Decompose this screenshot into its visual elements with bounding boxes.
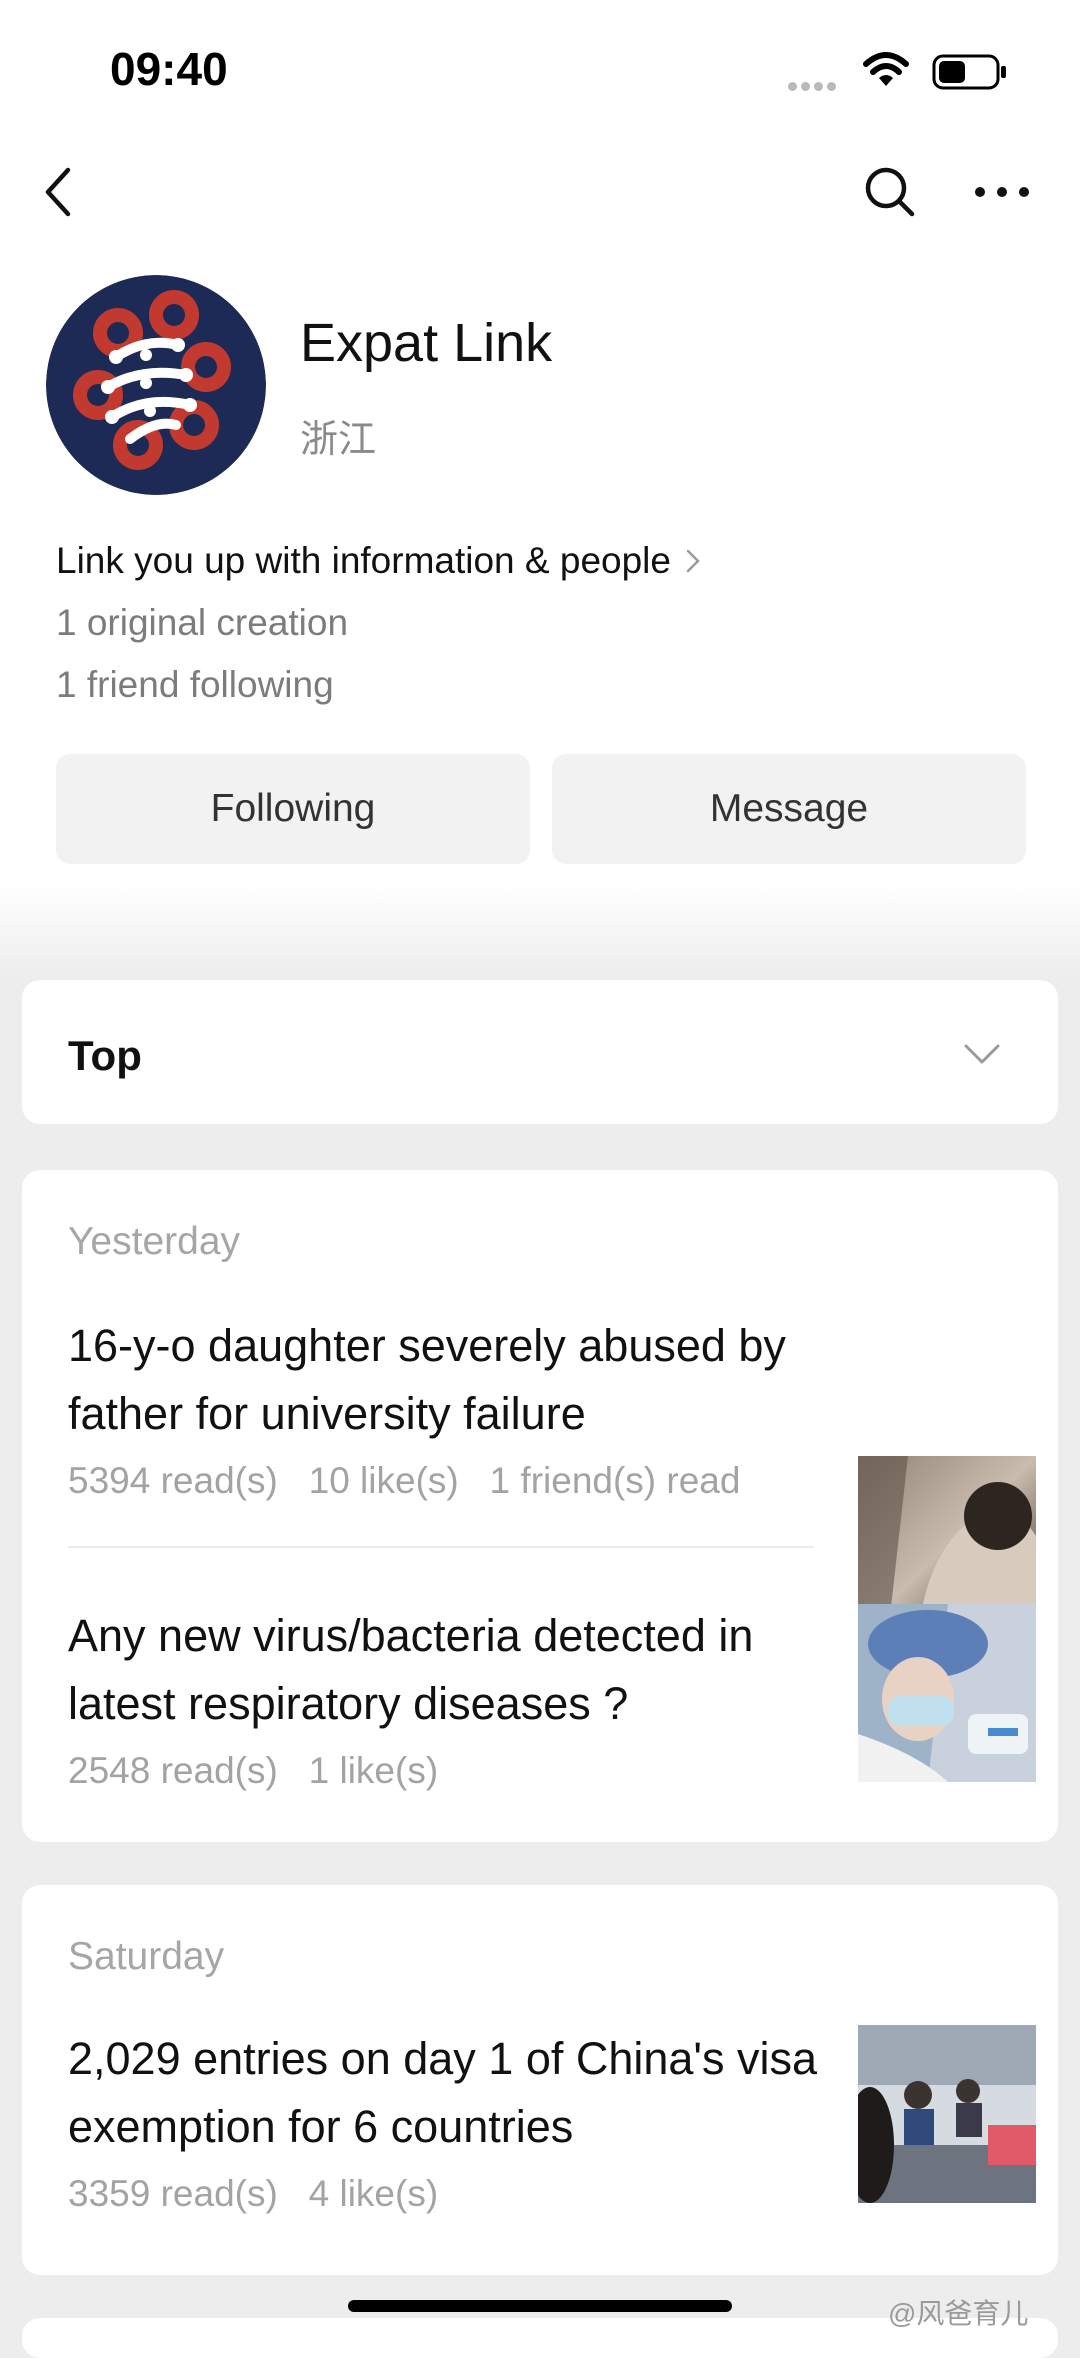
bio-link[interactable]: Link you up with information & people	[56, 540, 701, 582]
top-section-selector[interactable]: Top	[22, 980, 1058, 1124]
back-arrow-icon[interactable]	[40, 162, 80, 222]
cellular-signal-icon	[788, 78, 844, 91]
top-section-label: Top	[68, 1032, 142, 1079]
article-item[interactable]: Any new virus/bacteria detected in lates…	[68, 1602, 1058, 1792]
chevron-right-icon	[686, 549, 700, 573]
article-item[interactable]: 16-y-o daughter severely abused by fathe…	[68, 1312, 1058, 1634]
article-title: 2,029 entries on day 1 of China's visa e…	[68, 2033, 818, 2152]
watermark: @风爸育儿	[888, 2298, 1029, 2329]
group-date: Saturday	[68, 1935, 225, 1978]
article-title: 16-y-o daughter severely abused by fathe…	[68, 1320, 786, 1439]
account-region: 浙江	[300, 419, 377, 461]
article-stats: 2548 read(s) 1 like(s)	[68, 1750, 439, 1791]
article-stats: 5394 read(s) 10 like(s) 1 friend(s) read	[68, 1460, 741, 1501]
chevron-down-icon	[964, 1044, 1000, 1064]
group-date: Yesterday	[68, 1220, 241, 1263]
article-title: Any new virus/bacteria detected in lates…	[68, 1610, 754, 1729]
battery-icon	[932, 54, 1006, 90]
article-item[interactable]: 2,029 entries on day 1 of China's visa e…	[68, 2025, 1058, 2225]
message-button[interactable]: Message	[552, 754, 1026, 864]
following-button-label: Following	[210, 787, 376, 830]
following-button[interactable]: Following	[56, 754, 530, 864]
article-stats: 3359 read(s) 4 like(s)	[68, 2173, 439, 2214]
chinese-knot-logo-icon	[46, 275, 266, 495]
account-name: Expat Link	[300, 313, 553, 373]
original-creations-count[interactable]: 1 original creation	[56, 602, 348, 644]
article-divider	[68, 1546, 814, 1548]
wifi-icon	[863, 52, 909, 86]
friends-following-count[interactable]: 1 friend following	[56, 664, 334, 706]
bio-text: Link you up with information & people	[56, 540, 671, 581]
home-indicator[interactable]	[348, 2300, 732, 2312]
article-thumbnail	[858, 1604, 1036, 1782]
search-icon[interactable]	[862, 164, 918, 220]
article-group-yesterday: Yesterday 16-y-o daughter severely abuse…	[22, 1170, 1058, 1842]
article-group-saturday: Saturday 2,029 entries on day 1 of China…	[22, 1885, 1058, 2275]
account-avatar[interactable]	[46, 275, 266, 495]
message-button-label: Message	[709, 787, 869, 830]
article-thumbnail	[858, 2025, 1036, 2203]
status-time: 09:40	[110, 43, 228, 95]
more-options-icon[interactable]	[974, 180, 1030, 204]
